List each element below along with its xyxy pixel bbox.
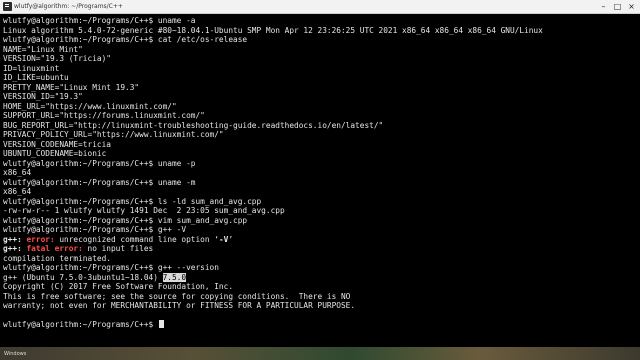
terminal-line: SUPPORT_URL="https://forums.linuxmint.co… [3, 111, 205, 120]
fatal-error-label: fatal error: [26, 244, 83, 253]
terminal-line: ID=linuxmint [3, 63, 60, 73]
terminal-line: wlutfy@algorithm:~/Programs/C++$ uname -… [3, 16, 196, 25]
terminal-line: wlutfy@algorithm:~/Programs/C++$ vim sum… [3, 215, 248, 225]
window-titlebar[interactable]: wlutfy@algorithm: ~/Programs/C++ – □ × [0, 0, 640, 14]
error-suffix: ’ [228, 234, 234, 244]
terminal-line: ID_LIKE=ubuntu [3, 73, 69, 82]
terminal-line: wlutfy@algorithm:~/Programs/C++$ uname -… [3, 177, 196, 187]
terminal-line: Linux algorithm 5.4.0-72-generic #80~18.… [3, 25, 543, 35]
terminal-line: x86_64 [3, 168, 32, 177]
error-label: error: [26, 234, 55, 244]
shell-prompt: wlutfy@algorithm:~/Programs/C++$ [3, 320, 158, 329]
terminal-output[interactable]: wlutfy@algorithm:~/Programs/C++$ uname -… [0, 14, 640, 347]
terminal-lines-block-1: wlutfy@algorithm:~/Programs/C++$ uname -… [3, 16, 640, 235]
fatal-error-line: g++: fatal error: no input files [3, 244, 640, 254]
error-line: g++: error: unrecognized command line op… [3, 235, 640, 245]
close-button[interactable]: × [625, 0, 638, 13]
terminal-line: wlutfy@algorithm:~/Programs/C++$ g++ -V [3, 225, 187, 234]
terminal-line: warranty; not even for MERCHANTABILITY o… [3, 301, 356, 310]
text-cursor [158, 320, 164, 328]
version-line: g++ (Ubuntu 7.5.0-3ubuntu1~18.04) 7.5.0 [3, 272, 640, 283]
version-line-prefix: g++ (Ubuntu 7.5.0-3ubuntu1~18.04) [3, 272, 163, 282]
fatal-error-prefix: g++: [3, 244, 27, 253]
terminal-line: compilation terminated. [3, 253, 111, 263]
minimize-button[interactable]: – [597, 0, 610, 13]
error-option: -V [218, 234, 229, 244]
terminal-line: wlutfy@algorithm:~/Programs/C++$ cat /et… [3, 35, 248, 44]
terminal-line: UBUNTU_CODENAME=bionic [3, 149, 107, 158]
terminal-line: PRIVACY_POLICY_URL="https://www.linuxmin… [3, 130, 224, 139]
terminal-line: PRETTY_NAME="Linux Mint 19.3" [3, 82, 140, 92]
terminal-line: wlutfy@algorithm:~/Programs/C++$ ls -ld … [3, 196, 262, 206]
terminal-line: HOME_URL="https://www.linuxmint.com/" [3, 101, 177, 111]
maximize-button[interactable]: □ [611, 0, 624, 13]
taskbar-label: Windows [4, 351, 27, 357]
terminal-line: VERSION_ID="19.3" [3, 92, 83, 101]
terminal-icon [3, 2, 12, 11]
terminal-line: VERSION_CODENAME=tricia [3, 139, 111, 149]
terminal-line: -rw-rw-r-- 1 wlutfy wlutfy 1491 Dec 2 23… [3, 206, 285, 215]
terminal-line: Copyright (C) 2017 Free Software Foundat… [3, 282, 234, 291]
fatal-error-message: no input files [82, 244, 154, 253]
prompt-line[interactable]: wlutfy@algorithm:~/Programs/C++$ [3, 320, 640, 330]
terminal-line: NAME="Linux Mint" [3, 44, 83, 54]
terminal-line: wlutfy@algorithm:~/Programs/C++$ g++ --v… [3, 263, 219, 272]
window-title: wlutfy@algorithm: ~/Programs/C++ [14, 3, 123, 10]
selected-version-text[interactable]: 7.5.0 [162, 272, 187, 282]
error-prefix: g++: [3, 234, 27, 244]
error-message: unrecognized command line option ‘ [54, 234, 219, 244]
terminal-line: x86_64 [3, 187, 32, 196]
terminal-line: VERSION="19.3 (Tricia)" [3, 54, 111, 63]
terminal-line: BUG_REPORT_URL="http://linuxmint-trouble… [3, 120, 384, 130]
terminal-line: wlutfy@algorithm:~/Programs/C++$ uname -… [3, 158, 196, 168]
terminal-line: This is free software; see the source fo… [3, 291, 351, 301]
desktop-taskbar: Windows [0, 347, 640, 360]
